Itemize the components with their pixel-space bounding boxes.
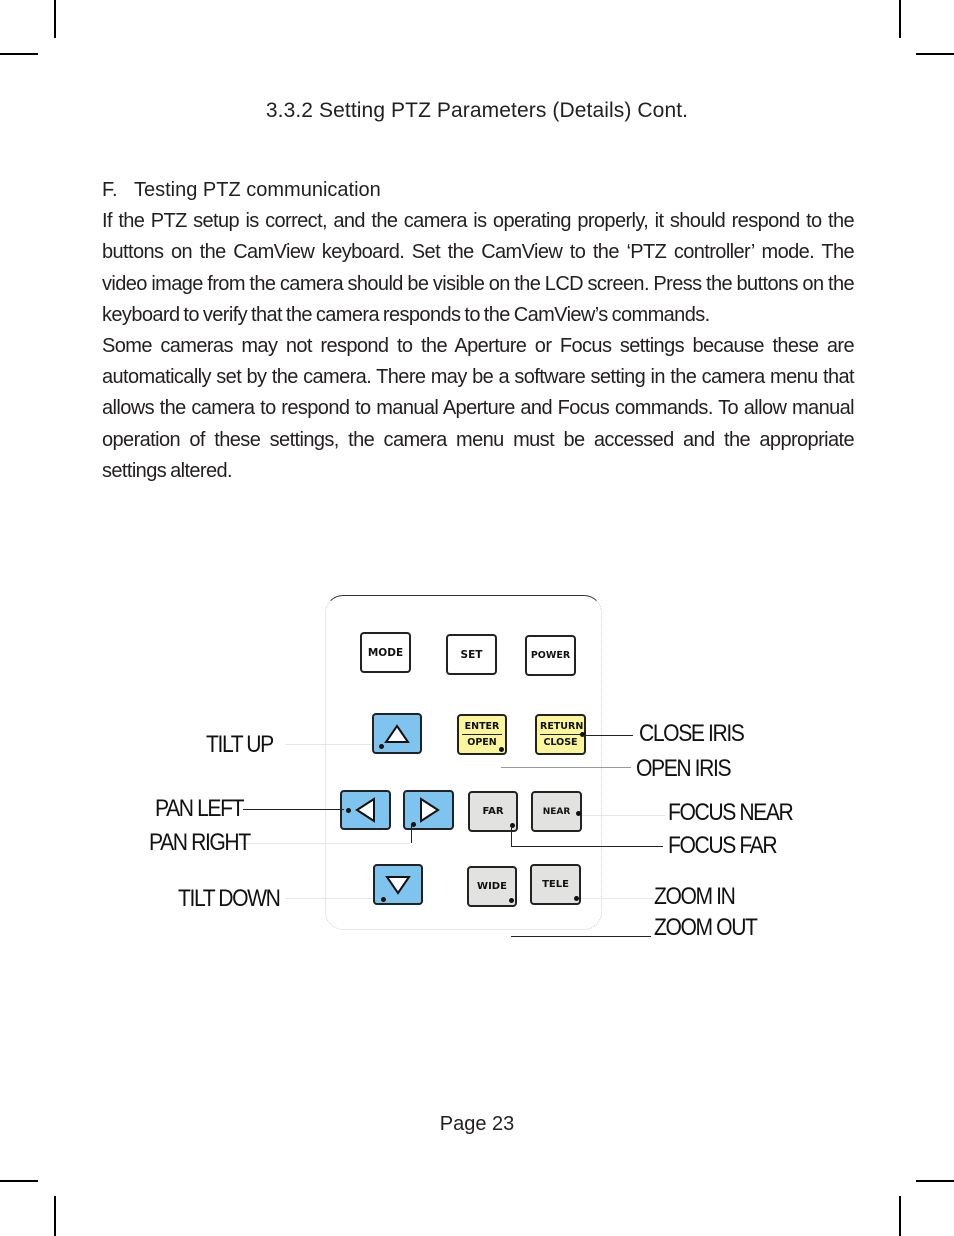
power-key-label: POWER (530, 650, 571, 661)
label-open-iris: OPEN IRIS (636, 755, 732, 782)
connector-focus-far-v (511, 826, 513, 847)
return-label: RETURN (540, 721, 583, 735)
label-zoom-in: ZOOM IN (654, 883, 736, 910)
connector-dot (379, 744, 384, 749)
open-label: OPEN (467, 737, 497, 748)
label-focus-far: FOCUS FAR (668, 832, 778, 859)
crop-mark-br-v (899, 1196, 901, 1236)
subheading-letter: F. (102, 179, 118, 201)
crop-mark-tr-v (899, 0, 901, 38)
guide-line (285, 898, 380, 899)
label-pan-left: PAN LEFT (155, 795, 245, 822)
subheading-text: Testing PTZ communication (134, 179, 381, 201)
guide-line (240, 843, 410, 844)
label-pan-right: PAN RIGHT (149, 829, 251, 856)
label-focus-near: FOCUS NEAR (668, 799, 794, 826)
paragraph-1: If the PTZ setup is correct, and the cam… (102, 210, 855, 326)
connector-dot (346, 808, 351, 813)
label-tilt-up: TILT UP (206, 731, 274, 758)
body-text: F. Testing PTZ communication If the PTZ s… (102, 175, 855, 487)
mode-key[interactable]: MODE (360, 632, 411, 673)
close-label: CLOSE (543, 737, 578, 748)
pan-left-key[interactable] (340, 790, 391, 830)
connector-pan-right-v (411, 825, 413, 843)
tilt-up-key[interactable] (372, 713, 422, 754)
connector-open-iris (501, 767, 631, 768)
crop-mark-br-h (916, 1180, 954, 1182)
connector-dot (574, 896, 579, 901)
pan-right-key[interactable] (403, 790, 454, 830)
paragraph-2: Some cameras may not respond to the Aper… (102, 335, 855, 482)
connector-focus-far-h (511, 846, 663, 848)
triangle-up-icon (384, 723, 410, 743)
near-key[interactable]: NEAR (531, 791, 582, 832)
wide-label: WIDE (477, 881, 507, 892)
connector-dot (509, 898, 514, 903)
connector-dot (381, 897, 386, 902)
near-label: NEAR (542, 806, 571, 817)
label-zoom-out: ZOOM OUT (654, 914, 758, 941)
enter-open-key[interactable]: ENTER OPEN (457, 714, 507, 755)
wide-key[interactable]: WIDE (467, 866, 517, 907)
power-key[interactable]: POWER (525, 635, 576, 676)
set-key-label: SET (460, 648, 483, 661)
guide-line (576, 898, 654, 899)
crop-mark-bl-h (0, 1180, 38, 1182)
connector-close-iris (583, 735, 633, 737)
label-tilt-down: TILT DOWN (178, 885, 281, 912)
tilt-down-key[interactable] (373, 864, 423, 905)
guide-line (285, 744, 375, 745)
page-number: Page 23 (439, 1113, 515, 1135)
triangle-right-icon (419, 797, 440, 823)
triangle-down-icon (385, 875, 411, 895)
tele-label: TELE (542, 879, 569, 890)
subheading: F. Testing PTZ communication (102, 175, 854, 206)
connector-dot (576, 811, 581, 816)
connector-pan-left (243, 809, 344, 811)
connector-zoom-out (511, 936, 651, 938)
tele-key[interactable]: TELE (530, 864, 581, 905)
mode-key-label: MODE (367, 646, 404, 659)
crop-mark-tl-v (54, 0, 56, 38)
return-close-key[interactable]: RETURN CLOSE (535, 714, 586, 755)
crop-mark-tl-h (0, 53, 38, 55)
far-label: FAR (482, 806, 504, 817)
set-key[interactable]: SET (446, 634, 497, 675)
section-title: 3.3.2 Setting PTZ Parameters (Details) C… (265, 99, 689, 122)
enter-label: ENTER (462, 721, 502, 735)
guide-line (576, 815, 666, 816)
triangle-left-icon (354, 797, 375, 823)
label-close-iris: CLOSE IRIS (639, 720, 745, 747)
crop-mark-bl-v (54, 1196, 56, 1236)
connector-dot (499, 747, 504, 752)
crop-mark-tr-h (916, 53, 954, 55)
